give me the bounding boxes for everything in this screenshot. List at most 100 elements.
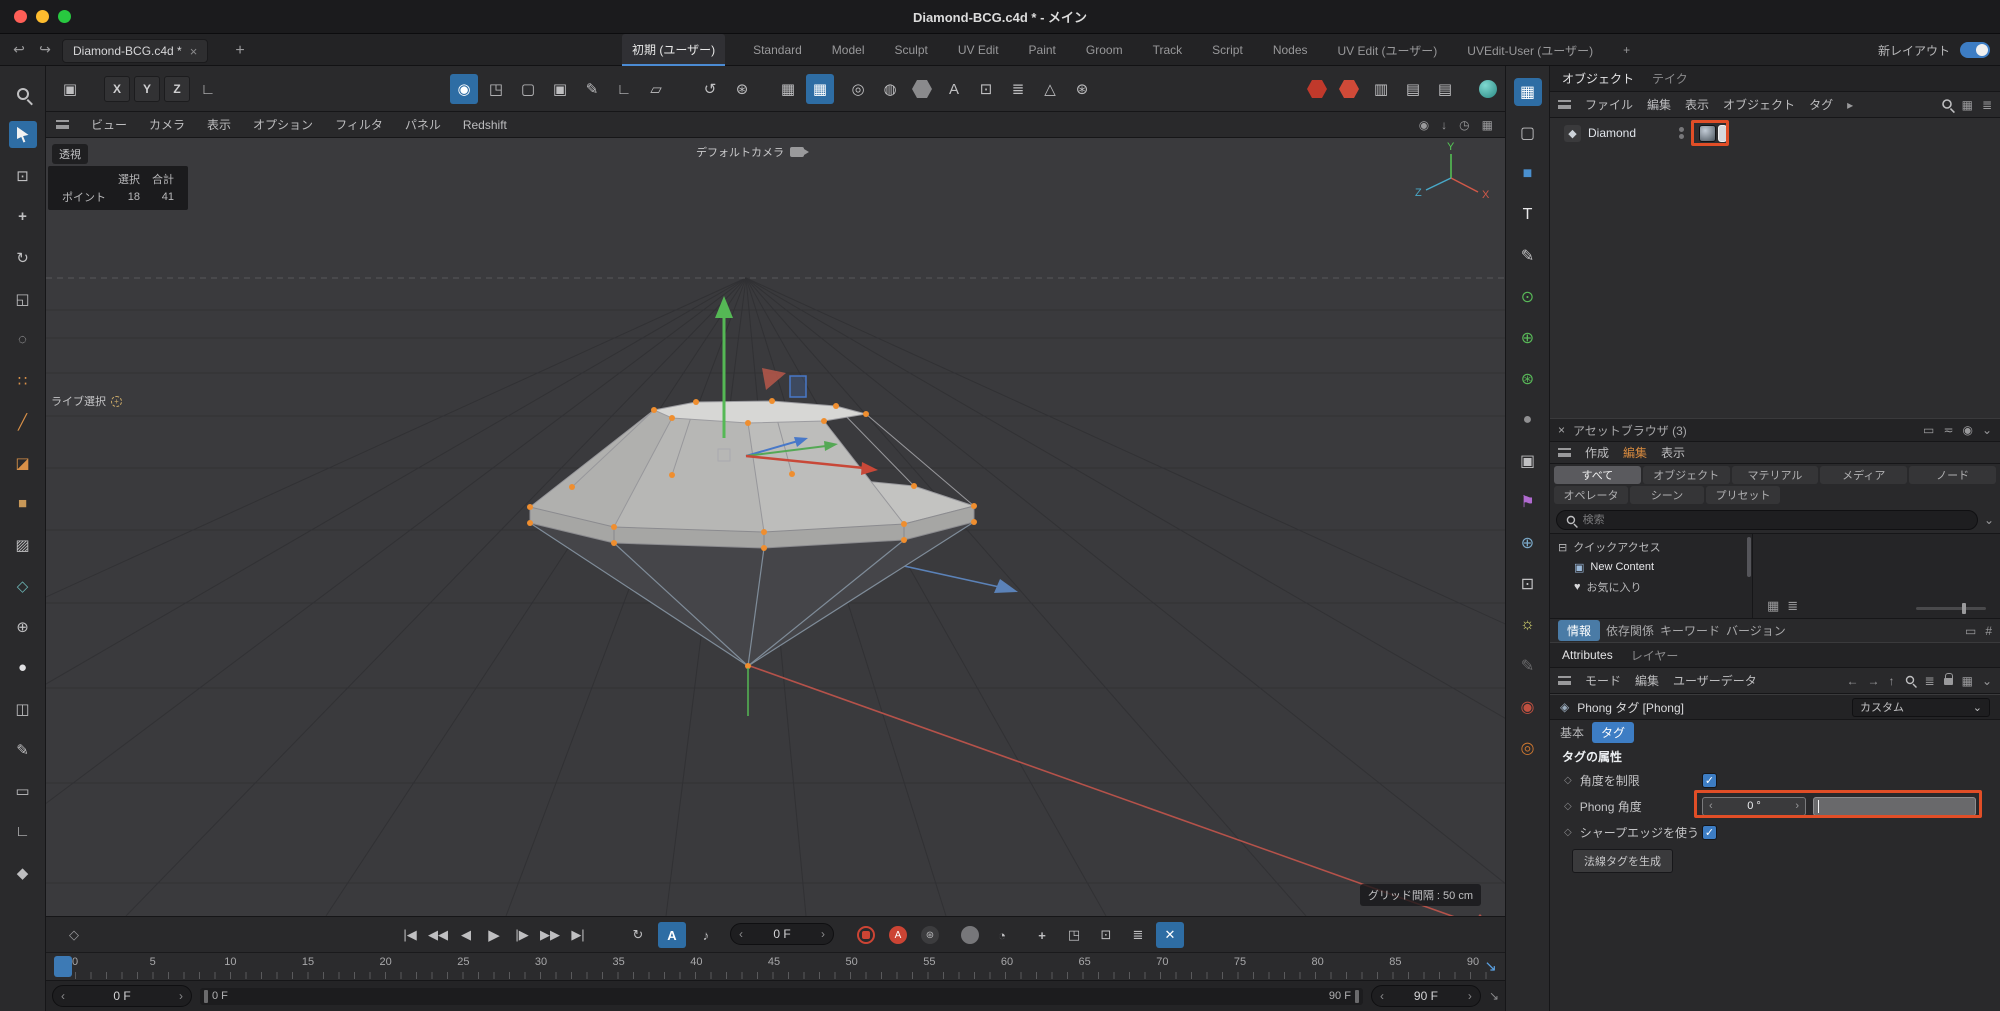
menu-redshift[interactable]: Redshift [463,118,507,132]
selected-tag-icon[interactable] [1718,124,1728,142]
layout-tab-paint[interactable]: Paint [1027,34,1058,66]
param-diamond-icon[interactable]: ◇ [1564,827,1572,838]
range-end-value[interactable]: 90 F [1414,989,1438,1003]
asset-search-field[interactable] [1556,510,1978,530]
cube-blue-icon[interactable]: ■ [1514,160,1542,188]
render-settings-icon[interactable]: ▥ [1367,74,1395,104]
chip-tag[interactable]: タグ [1592,721,1635,743]
attr-menu-icon[interactable] [1558,676,1571,685]
range-left-handle[interactable] [204,989,208,1003]
render-picture-viewer-icon[interactable] [1335,74,1363,104]
spline-flag-icon[interactable]: ⚑ [1514,488,1542,516]
loop-mode-icon[interactable]: ↻ [624,922,652,948]
object-row-diamond[interactable]: ◆ Diamond [1550,122,2000,144]
object-sphere-icon[interactable]: ● [9,654,37,681]
param-diamond-icon[interactable]: ◇ [1564,801,1572,812]
selection-filter-icon[interactable]: ⊡ [9,162,37,189]
rotate-tool-icon[interactable]: ↻ [9,244,37,271]
add-document-button[interactable]: + [228,39,252,63]
list-lines-icon[interactable]: ≣ [1004,74,1032,104]
om-menu-object[interactable]: オブジェクト [1723,96,1795,113]
viewport-menu-icon[interactable] [56,120,69,129]
range-end-decrement-icon[interactable]: ‹ [1380,989,1384,1003]
layout-tab-sculpt[interactable]: Sculpt [892,34,929,66]
timeline-ruler[interactable]: 0 5 10 15 20 25 30 35 40 45 50 55 60 65 70 75 80 85 90 ↘ [46,952,1505,980]
dynamics-gear-icon[interactable]: ⊛ [1514,365,1542,393]
view-history-icon[interactable]: ◷ [1459,118,1469,132]
attr-forward-icon[interactable]: → [1868,674,1880,688]
collapse-icon[interactable]: ⊟ [1558,541,1567,554]
sharp-edges-checkbox[interactable]: ✓ [1702,824,1717,840]
plane-tool-icon[interactable]: ▭ [9,777,37,804]
phong-increment-icon[interactable]: › [1795,800,1799,812]
close-window-button[interactable] [14,10,27,23]
tab-layers[interactable]: レイヤー [1631,647,1679,664]
phong-angle-spinner[interactable]: ‹ 0 ° › [1702,796,1806,816]
tree-item-quick-access[interactable]: ⊟ クイックアクセス [1550,537,1752,557]
om-menu-icon[interactable] [1558,100,1571,109]
polygon-a-icon[interactable]: A [940,74,968,104]
layout-tab-script[interactable]: Script [1210,34,1245,66]
autokey-frame-icon[interactable]: A [658,922,686,948]
globe-icon[interactable]: ⊕ [1514,529,1542,557]
circle-null-icon[interactable]: ◎ [844,74,872,104]
light-object-icon[interactable]: ◉ [1514,693,1542,721]
ab-menu-icon[interactable] [1558,448,1571,457]
range-end-increment-icon[interactable]: › [1468,989,1472,1003]
warning-triangle-icon[interactable]: △ [1036,74,1064,104]
tab-attributes[interactable]: Attributes [1562,648,1613,662]
layout-panels-icon[interactable]: ▦ [1513,78,1542,106]
phong-tag-icon[interactable] [1699,124,1717,142]
ab-tab-materials[interactable]: マテリアル [1731,466,1819,484]
search-options-chevron-icon[interactable]: ⌄ [1984,513,1994,527]
simulation-sphere-icon[interactable]: ⊙ [1514,283,1542,311]
range-end-field[interactable]: ‹ 90 F › [1370,985,1481,1007]
select-tool-icon[interactable] [8,121,37,148]
axis-lock-y-button[interactable]: Y [134,76,160,102]
light-bulb-icon[interactable]: ☼ [1514,611,1542,639]
ab-menu-create[interactable]: 作成 [1585,444,1609,461]
sound-icon[interactable]: ♪ [692,922,720,948]
record-keyframe-icon[interactable] [852,922,880,948]
tab-objects[interactable]: オブジェクト [1562,70,1634,87]
ab-info-count-icon[interactable]: # [1985,624,1992,638]
add-layout-tab-button[interactable]: + [1621,34,1632,66]
grid-icon[interactable]: ▦ [774,74,802,104]
next-key-icon[interactable]: ▶▶ [536,922,564,948]
menu-display[interactable]: 表示 [207,116,231,133]
om-menu-more-icon[interactable]: ▸ [1847,98,1853,112]
ab-info-panel-icon[interactable]: ▭ [1965,624,1976,638]
preset-dropdown[interactable]: カスタム ⌄ [1852,697,1990,717]
frame-increment-icon[interactable]: › [821,927,825,941]
save-incremental-icon[interactable]: ▤ [1431,74,1459,104]
layout-tab-groom[interactable]: Groom [1084,34,1125,66]
menu-view[interactable]: ビュー [91,116,127,133]
frame-view-icon[interactable]: ↓ [1441,118,1447,132]
settings-gear-icon[interactable]: ⊛ [1068,74,1096,104]
previous-frame-icon[interactable]: ◀ [452,922,480,948]
ab-tab-operators[interactable]: オペレータ [1554,486,1628,504]
param-diamond-icon[interactable]: ◇ [1564,775,1572,786]
range-slider[interactable]: 0 F 90 F [200,987,1363,1005]
zoom-tool-icon[interactable] [9,80,37,107]
om-menu-edit[interactable]: 編集 [1647,96,1671,113]
range-right-handle[interactable] [1354,989,1359,1003]
layout-tab-uvedituser-user[interactable]: UVEdit-User (ユーザー) [1465,34,1595,66]
redshift-sphere-icon[interactable] [1474,74,1502,104]
pen-tool-icon[interactable]: ✎ [9,736,37,763]
visibility-dots[interactable] [1679,127,1685,139]
goto-end-icon[interactable]: ▶| [564,922,592,948]
object-name[interactable]: Diamond [1588,126,1636,140]
previous-key-icon[interactable]: ◀◀ [424,922,452,948]
axis-lock-x-button[interactable]: X [104,76,130,102]
layout-tab-uvedit[interactable]: UV Edit [956,34,1001,66]
tab-takes[interactable]: テイク [1652,70,1688,87]
attr-list-icon[interactable]: ≣ [1925,674,1935,688]
attr-chevron-icon[interactable]: ⌄ [1982,674,1992,688]
list-view-icon[interactable]: ≣ [1787,598,1798,614]
zoom-window-button[interactable] [58,10,71,23]
modeling-axis-icon[interactable]: ◉ [450,74,478,104]
new-layout-label[interactable]: 新レイアウト [1878,42,1950,59]
snap-tools-icon[interactable]: ✕ [1156,922,1184,948]
viewport[interactable]: Y X Z 透視 選択 合計 ポイント 18 41 デフォルトカメラ ライブ選択… [46,138,1505,916]
